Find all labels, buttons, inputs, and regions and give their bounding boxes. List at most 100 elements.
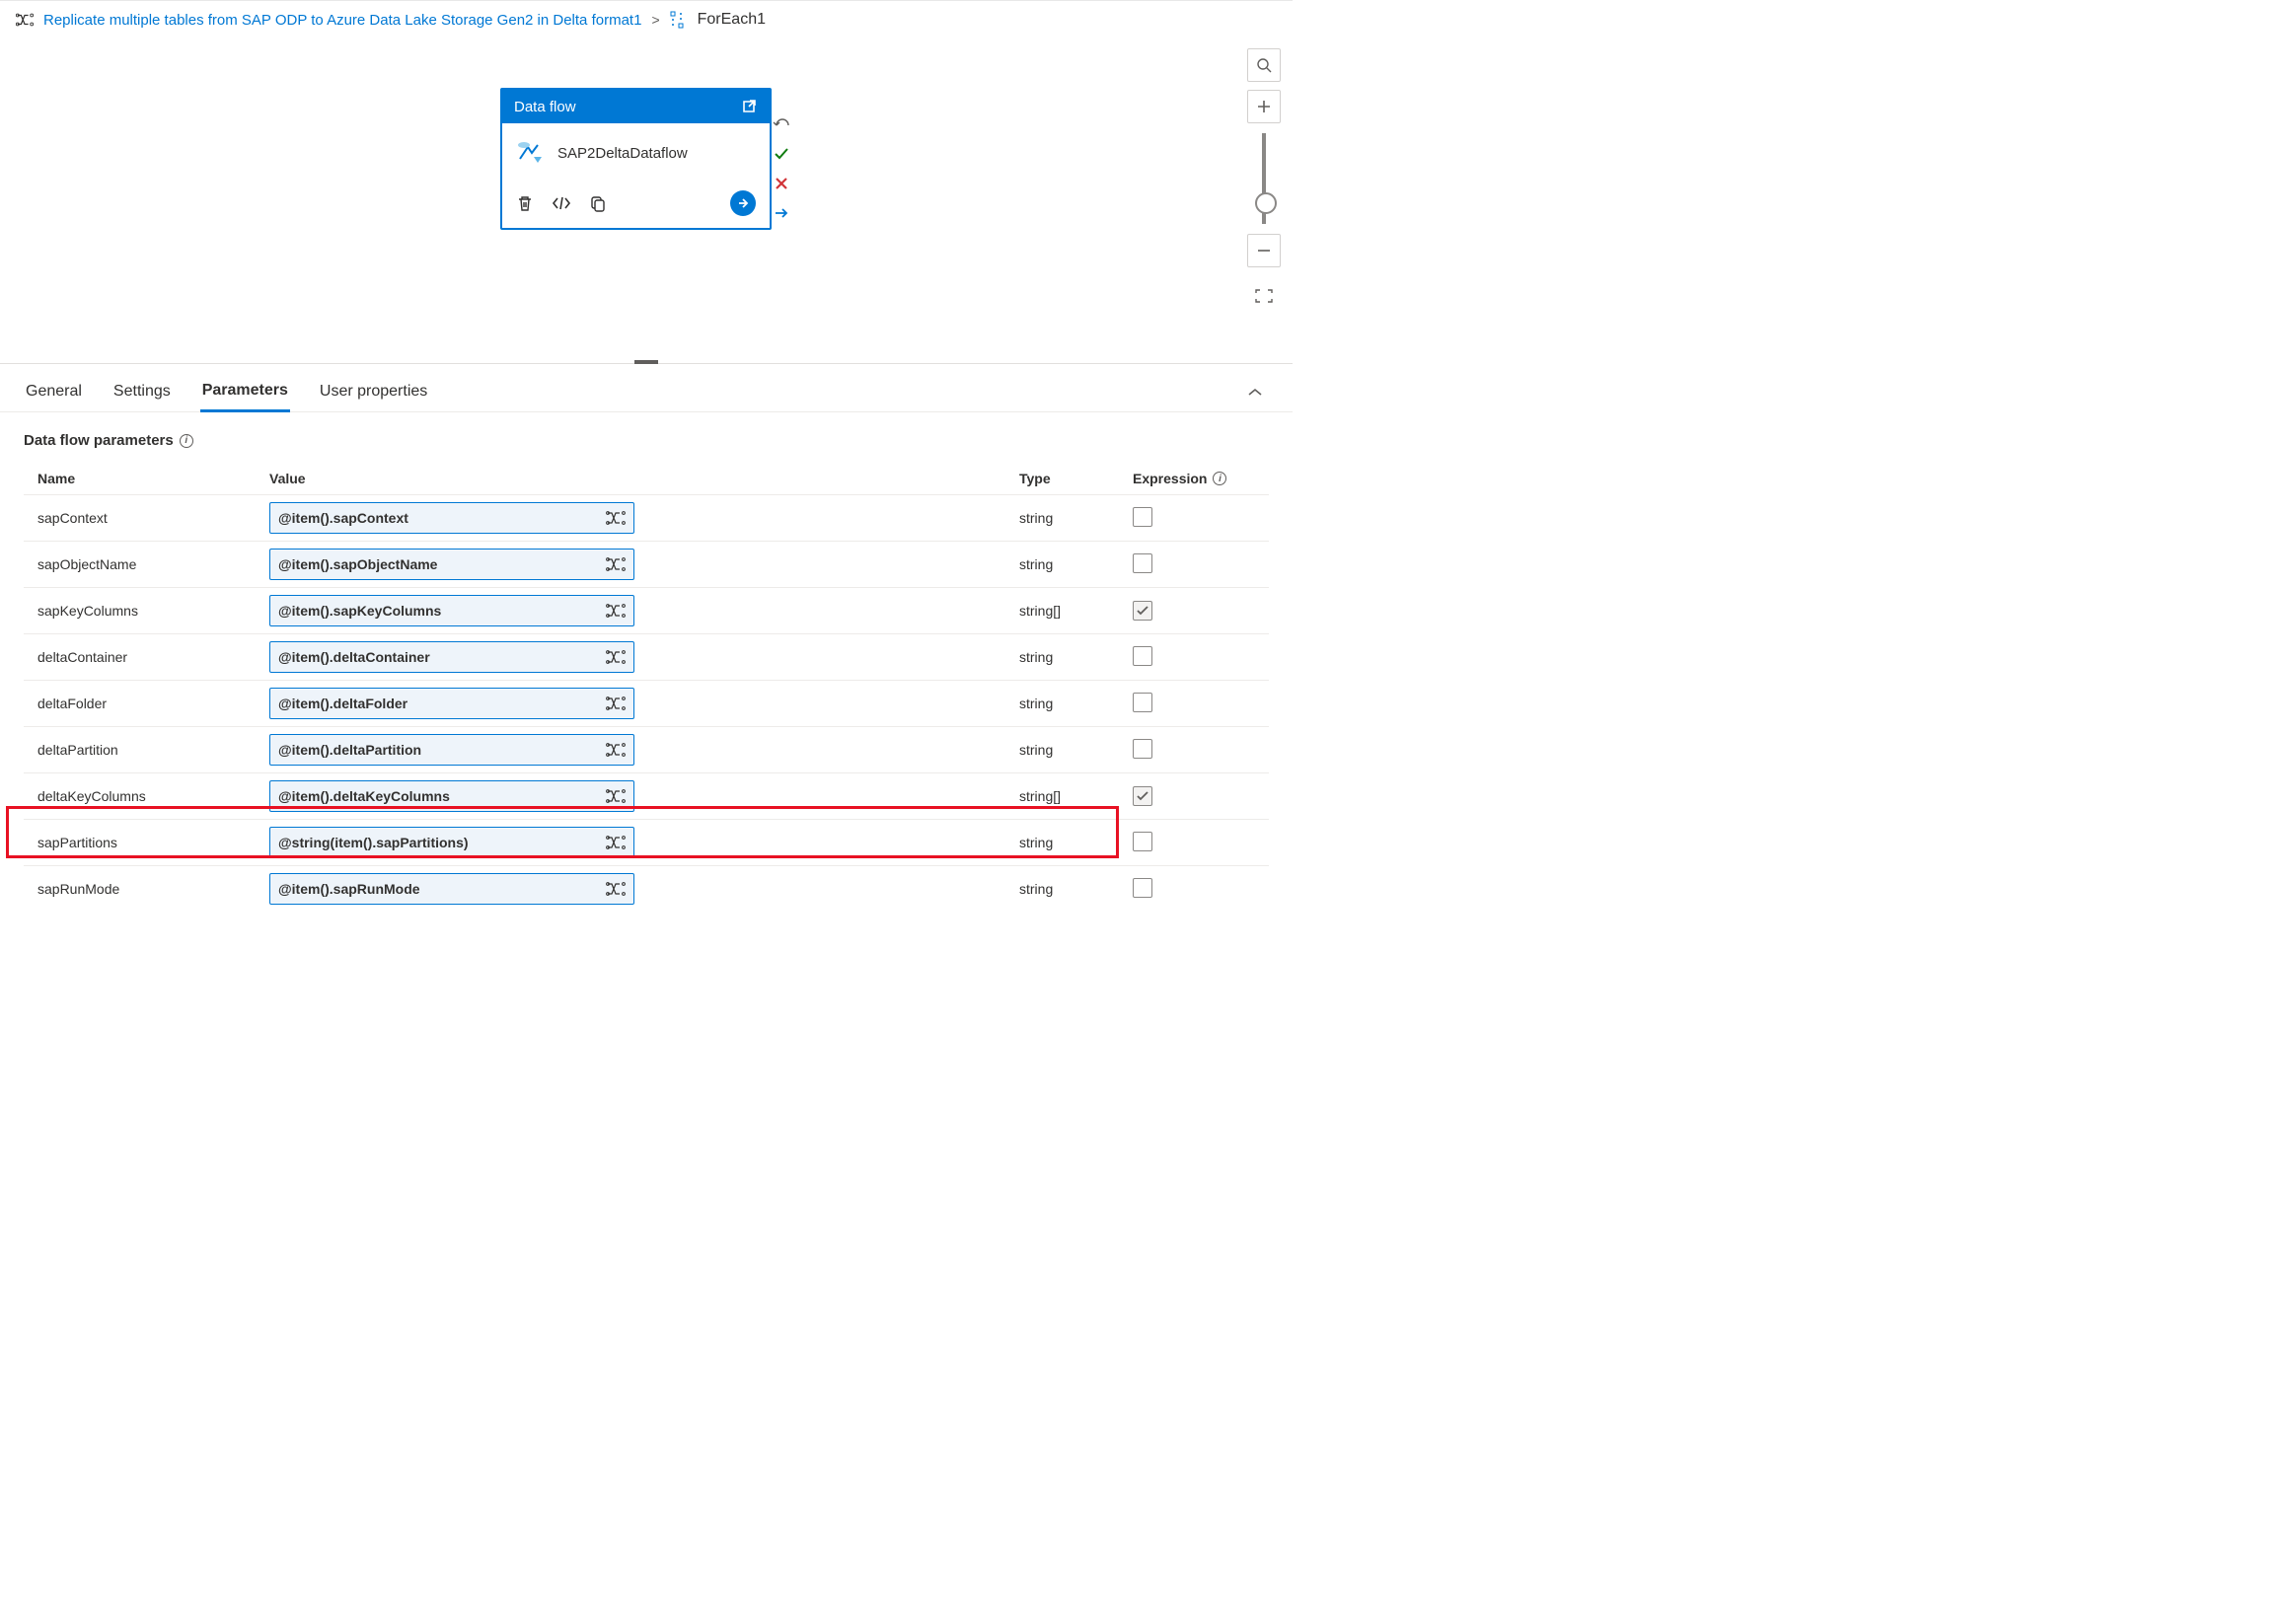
- param-value-input[interactable]: @item().deltaFolder: [269, 688, 634, 719]
- foreach-icon: [670, 11, 688, 29]
- breadcrumb-separator: >: [651, 12, 659, 28]
- activity-name: SAP2DeltaDataflow: [557, 145, 688, 162]
- expression-checkbox[interactable]: [1133, 646, 1152, 666]
- zoom-out-icon[interactable]: [1247, 234, 1281, 267]
- param-name: sapKeyColumns: [37, 603, 269, 619]
- table-row: sapObjectName @item().sapObjectName string: [24, 542, 1269, 588]
- activity-type-label: Data flow: [514, 99, 576, 115]
- param-type: string: [1019, 649, 1133, 665]
- canvas-toolbox: [1247, 48, 1281, 303]
- code-icon[interactable]: [552, 195, 571, 211]
- expression-checkbox[interactable]: [1133, 553, 1152, 573]
- param-type: string[]: [1019, 788, 1133, 804]
- dynamic-content-icon[interactable]: [606, 697, 626, 710]
- param-value-input[interactable]: @item().sapKeyColumns: [269, 595, 634, 626]
- param-value-input[interactable]: @item().sapContext: [269, 502, 634, 534]
- info-icon[interactable]: i: [1213, 472, 1226, 485]
- tab-parameters[interactable]: Parameters: [200, 374, 290, 412]
- col-expression: Expression i: [1133, 471, 1281, 486]
- param-type: string: [1019, 510, 1133, 526]
- expression-checkbox[interactable]: [1133, 739, 1152, 759]
- expression-checkbox[interactable]: [1133, 832, 1152, 851]
- dynamic-content-icon[interactable]: [606, 511, 626, 525]
- table-row: sapContext @item().sapContext string: [24, 495, 1269, 542]
- param-type: string: [1019, 556, 1133, 572]
- param-value-text: @item().sapObjectName: [278, 556, 437, 572]
- section-title-text: Data flow parameters: [24, 432, 174, 449]
- dataflow-icon: [514, 137, 546, 169]
- dynamic-content-icon[interactable]: [606, 882, 626, 896]
- param-name: sapObjectName: [37, 556, 269, 572]
- open-external-icon[interactable]: [740, 98, 758, 115]
- tab-general[interactable]: General: [24, 375, 84, 410]
- table-row: deltaPartition@item().deltaPartition stri…: [24, 727, 1269, 773]
- param-value-text: @string(item().sapPartitions): [278, 835, 469, 850]
- panel-resize-handle[interactable]: [634, 360, 658, 364]
- parameters-section: Data flow parameters i Name Value Type E…: [0, 412, 1293, 908]
- canvas[interactable]: Data flow SAP2DeltaDataflow: [0, 38, 1293, 364]
- dynamic-content-icon[interactable]: [606, 789, 626, 803]
- param-value-input[interactable]: @item().sapObjectName: [269, 549, 634, 580]
- param-type: string: [1019, 881, 1133, 897]
- expression-checkbox[interactable]: [1133, 878, 1152, 898]
- tab-settings[interactable]: Settings: [111, 375, 173, 410]
- zoom-slider[interactable]: [1262, 133, 1266, 224]
- delete-icon[interactable]: [516, 194, 534, 212]
- param-name: sapContext: [37, 510, 269, 526]
- param-value-input[interactable]: @item().deltaContainer: [269, 641, 634, 673]
- success-connector-icon[interactable]: [773, 145, 790, 163]
- param-type: string[]: [1019, 603, 1133, 619]
- fit-screen-icon[interactable]: [1255, 289, 1273, 303]
- param-name: deltaFolder: [37, 696, 269, 711]
- run-arrow-icon[interactable]: [730, 190, 756, 216]
- param-value-text: @item().sapRunMode: [278, 881, 420, 897]
- dynamic-content-icon[interactable]: [606, 836, 626, 849]
- table-row: deltaKeyColumns @item().deltaKeyColumns st…: [24, 773, 1269, 820]
- activity-footer: [502, 183, 770, 228]
- dynamic-content-icon[interactable]: [606, 557, 626, 571]
- col-expression-text: Expression: [1133, 471, 1207, 486]
- expression-checkbox[interactable]: [1133, 507, 1152, 527]
- param-type: string: [1019, 696, 1133, 711]
- param-name: deltaKeyColumns: [37, 788, 269, 804]
- col-name: Name: [37, 471, 269, 486]
- failure-connector-icon[interactable]: [773, 175, 790, 192]
- dynamic-content-icon[interactable]: [606, 604, 626, 618]
- table-row: sapPartitions @string(item().sapPartition…: [24, 820, 1269, 866]
- undo-connector-icon[interactable]: [773, 115, 790, 133]
- activity-header: Data flow: [502, 90, 770, 123]
- table-row: deltaContainer@item().deltaContainerstri…: [24, 634, 1269, 681]
- skip-connector-icon[interactable]: [773, 204, 790, 222]
- breadcrumb-pipeline-link[interactable]: Replicate multiple tables from SAP ODP t…: [43, 12, 641, 29]
- expression-checkbox[interactable]: [1133, 601, 1152, 621]
- param-name: deltaPartition: [37, 742, 269, 758]
- breadcrumb-current: ForEach1: [698, 11, 766, 29]
- info-icon[interactable]: i: [180, 434, 193, 448]
- activity-connectors: [773, 115, 790, 222]
- param-value-input[interactable]: @string(item().sapPartitions): [269, 827, 634, 858]
- expression-checkbox[interactable]: [1133, 693, 1152, 712]
- param-value-input[interactable]: @item().deltaPartition: [269, 734, 634, 766]
- table-row: sapKeyColumns@item().sapKeyColumns string…: [24, 588, 1269, 634]
- dynamic-content-icon[interactable]: [606, 743, 626, 757]
- param-value-text: @item().sapContext: [278, 510, 408, 526]
- param-value-input[interactable]: @item().deltaKeyColumns: [269, 780, 634, 812]
- param-name: sapRunMode: [37, 881, 269, 897]
- param-value-input[interactable]: @item().sapRunMode: [269, 873, 634, 905]
- expression-checkbox[interactable]: [1133, 786, 1152, 806]
- collapse-panel-icon[interactable]: [1247, 388, 1269, 398]
- param-value-text: @item().deltaContainer: [278, 649, 430, 665]
- dynamic-content-icon[interactable]: [606, 650, 626, 664]
- table-row: sapRunMode @item().sapRunMode string: [24, 866, 1269, 908]
- zoom-in-icon[interactable]: [1247, 90, 1281, 123]
- param-name: sapPartitions: [37, 835, 269, 850]
- breadcrumb: Replicate multiple tables from SAP ODP t…: [0, 1, 1293, 38]
- tab-user-properties[interactable]: User properties: [318, 375, 429, 410]
- dataflow-activity-card[interactable]: Data flow SAP2DeltaDataflow: [500, 88, 772, 230]
- param-value-text: @item().deltaKeyColumns: [278, 788, 450, 804]
- activity-body: SAP2DeltaDataflow: [502, 123, 770, 183]
- table-header: Name Value Type Expression i: [24, 463, 1269, 495]
- param-type: string: [1019, 742, 1133, 758]
- copy-icon[interactable]: [589, 194, 607, 212]
- search-icon[interactable]: [1247, 48, 1281, 82]
